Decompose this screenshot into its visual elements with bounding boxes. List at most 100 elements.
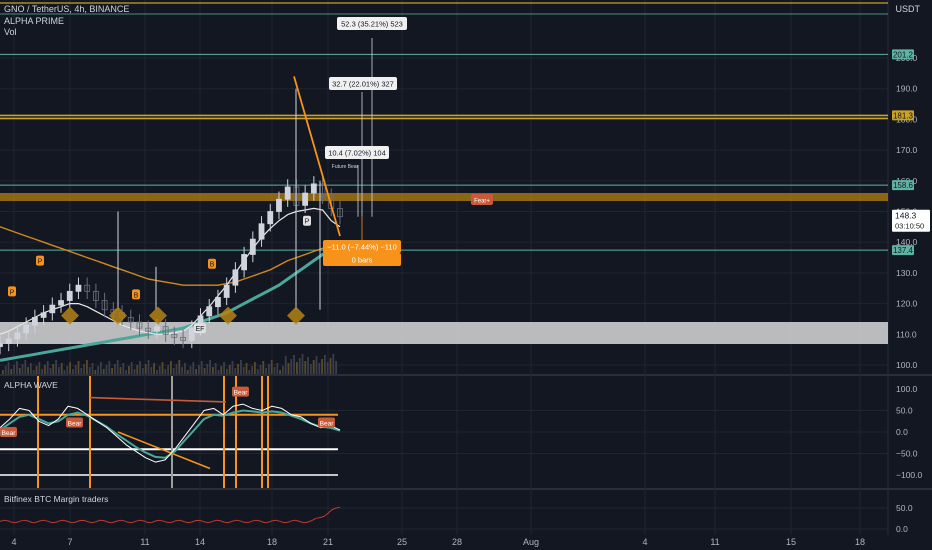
candle-body [40, 312, 47, 318]
indicator-alpha-prime[interactable]: ALPHA PRIME [4, 16, 64, 27]
volume-bar [206, 364, 209, 374]
volume-bar [21, 364, 24, 374]
volume-bar [66, 366, 69, 374]
volume-bar [276, 363, 279, 374]
bear-signal-label[interactable]: Bear [234, 390, 249, 397]
signal-badge-label[interactable]: P [305, 219, 310, 226]
volume-bar [321, 359, 323, 374]
volume-bar [128, 366, 130, 374]
volume-bar [172, 368, 175, 374]
candle-body [223, 284, 230, 298]
volume-bar [262, 361, 265, 374]
oscillator-tick-label: 50.0 [896, 406, 913, 416]
volume-bar [91, 363, 94, 374]
candle-body [75, 284, 82, 292]
oscillator-tick-label: −50.0 [896, 449, 918, 459]
volume-bar [102, 369, 105, 374]
volume-bar [335, 361, 337, 374]
volume-bar [32, 370, 35, 374]
candle-body [31, 317, 38, 326]
candle-body [154, 326, 160, 332]
volume-bar [279, 370, 281, 374]
volume-bar [234, 368, 237, 374]
bear-signal-label[interactable]: Bear [2, 430, 17, 437]
candle-body [206, 306, 213, 317]
volume-bar [116, 360, 119, 374]
level-price-label[interactable]: 201.2 [893, 50, 914, 59]
volume-bar [105, 365, 108, 374]
volume-bar [217, 370, 220, 374]
level-price-label[interactable]: 158.6 [893, 181, 914, 190]
volume-bar [55, 360, 57, 374]
candle-body [188, 327, 195, 341]
candle-body [258, 223, 265, 240]
x-tick-label: 4 [11, 537, 16, 547]
volume-bar [248, 370, 251, 374]
volume-bar [94, 370, 97, 374]
bear-signal-label[interactable]: Bear [68, 421, 83, 428]
annotation-label[interactable]: 32.7 (22.01%) 327 [332, 80, 394, 89]
volume-bar [63, 370, 66, 374]
volume-bar [310, 364, 312, 374]
symbol-title: GNO / TetherUS, 4h, BINANCE [4, 4, 130, 14]
volume-bar [296, 362, 298, 374]
signal-badge-label[interactable]: EF [196, 326, 205, 333]
volume-bar [170, 361, 172, 374]
volume-bar [315, 356, 318, 374]
volume-bar [175, 364, 178, 374]
candle-body [5, 338, 12, 344]
margin-pane-title[interactable]: Bitfinex BTC Margin traders [4, 494, 108, 504]
volume-bar [312, 360, 315, 374]
volume-bar [2, 370, 4, 374]
level-price-label[interactable]: 137.4 [893, 246, 914, 255]
x-tick-label: 18 [267, 537, 277, 547]
bear-signal-label[interactable]: Bear [320, 421, 335, 428]
volume-bar [231, 361, 234, 374]
volume-bar [38, 362, 41, 374]
signal-badge-label[interactable]: B [134, 292, 139, 299]
oscillator-title[interactable]: ALPHA WAVE [4, 380, 58, 390]
annotation-label[interactable]: −11.0 (−7.44%) −110 [327, 243, 397, 252]
trading-chart[interactable]: 4 7 11 14 18 21 25 28 Aug 4 11 15 18 100.0 110.0 120.0 1… [0, 0, 932, 550]
signal-badge-label[interactable]: P [38, 259, 43, 266]
annotation-label[interactable]: 0 bars [352, 256, 373, 265]
volume-bar [35, 366, 38, 374]
volume-bar [198, 365, 200, 374]
volume-bar [220, 366, 223, 374]
level-price-label[interactable]: 181.3 [893, 111, 914, 120]
volume-bar [307, 357, 309, 374]
signal-badge-label[interactable]: P [10, 289, 15, 296]
volume-bar [88, 367, 91, 374]
annotation-label[interactable]: Future Bear [332, 164, 359, 170]
annotation-label[interactable]: 52.3 (35.21%) 523 [341, 20, 403, 29]
volume-bar [214, 363, 217, 374]
volume-bar [60, 363, 63, 374]
volume-bar [114, 364, 116, 374]
volume-bar [13, 365, 15, 374]
volume-bar [318, 363, 321, 374]
volume-bar [256, 369, 259, 374]
support-band [0, 193, 888, 201]
x-tick-label: 7 [67, 537, 72, 547]
annotation-label[interactable]: 10.4 (7.02%) 104 [328, 149, 386, 158]
range-zone [0, 322, 888, 344]
candle-body [49, 304, 56, 314]
volume-bar [192, 362, 195, 374]
x-tick-label: 28 [452, 537, 462, 547]
oscillator-tick-label: 100.0 [896, 384, 918, 394]
volume-bar [27, 367, 29, 374]
volume-bar [147, 360, 150, 374]
current-price-label[interactable]: 148.3 [895, 211, 917, 221]
candle-body [66, 290, 73, 301]
x-tick-label: 21 [323, 537, 333, 547]
candle-body [232, 269, 239, 286]
indicator-volume[interactable]: Vol [4, 27, 17, 38]
volume-bar [72, 369, 74, 374]
volume-bar [18, 368, 21, 374]
candle-body [241, 254, 248, 271]
volume-bar [130, 362, 133, 374]
signal-badge-label[interactable]: B [210, 262, 215, 269]
volume-bar [133, 369, 136, 374]
annotation-label[interactable]: Fear+ [474, 199, 490, 205]
y-tick-label: 190.0 [896, 84, 918, 94]
